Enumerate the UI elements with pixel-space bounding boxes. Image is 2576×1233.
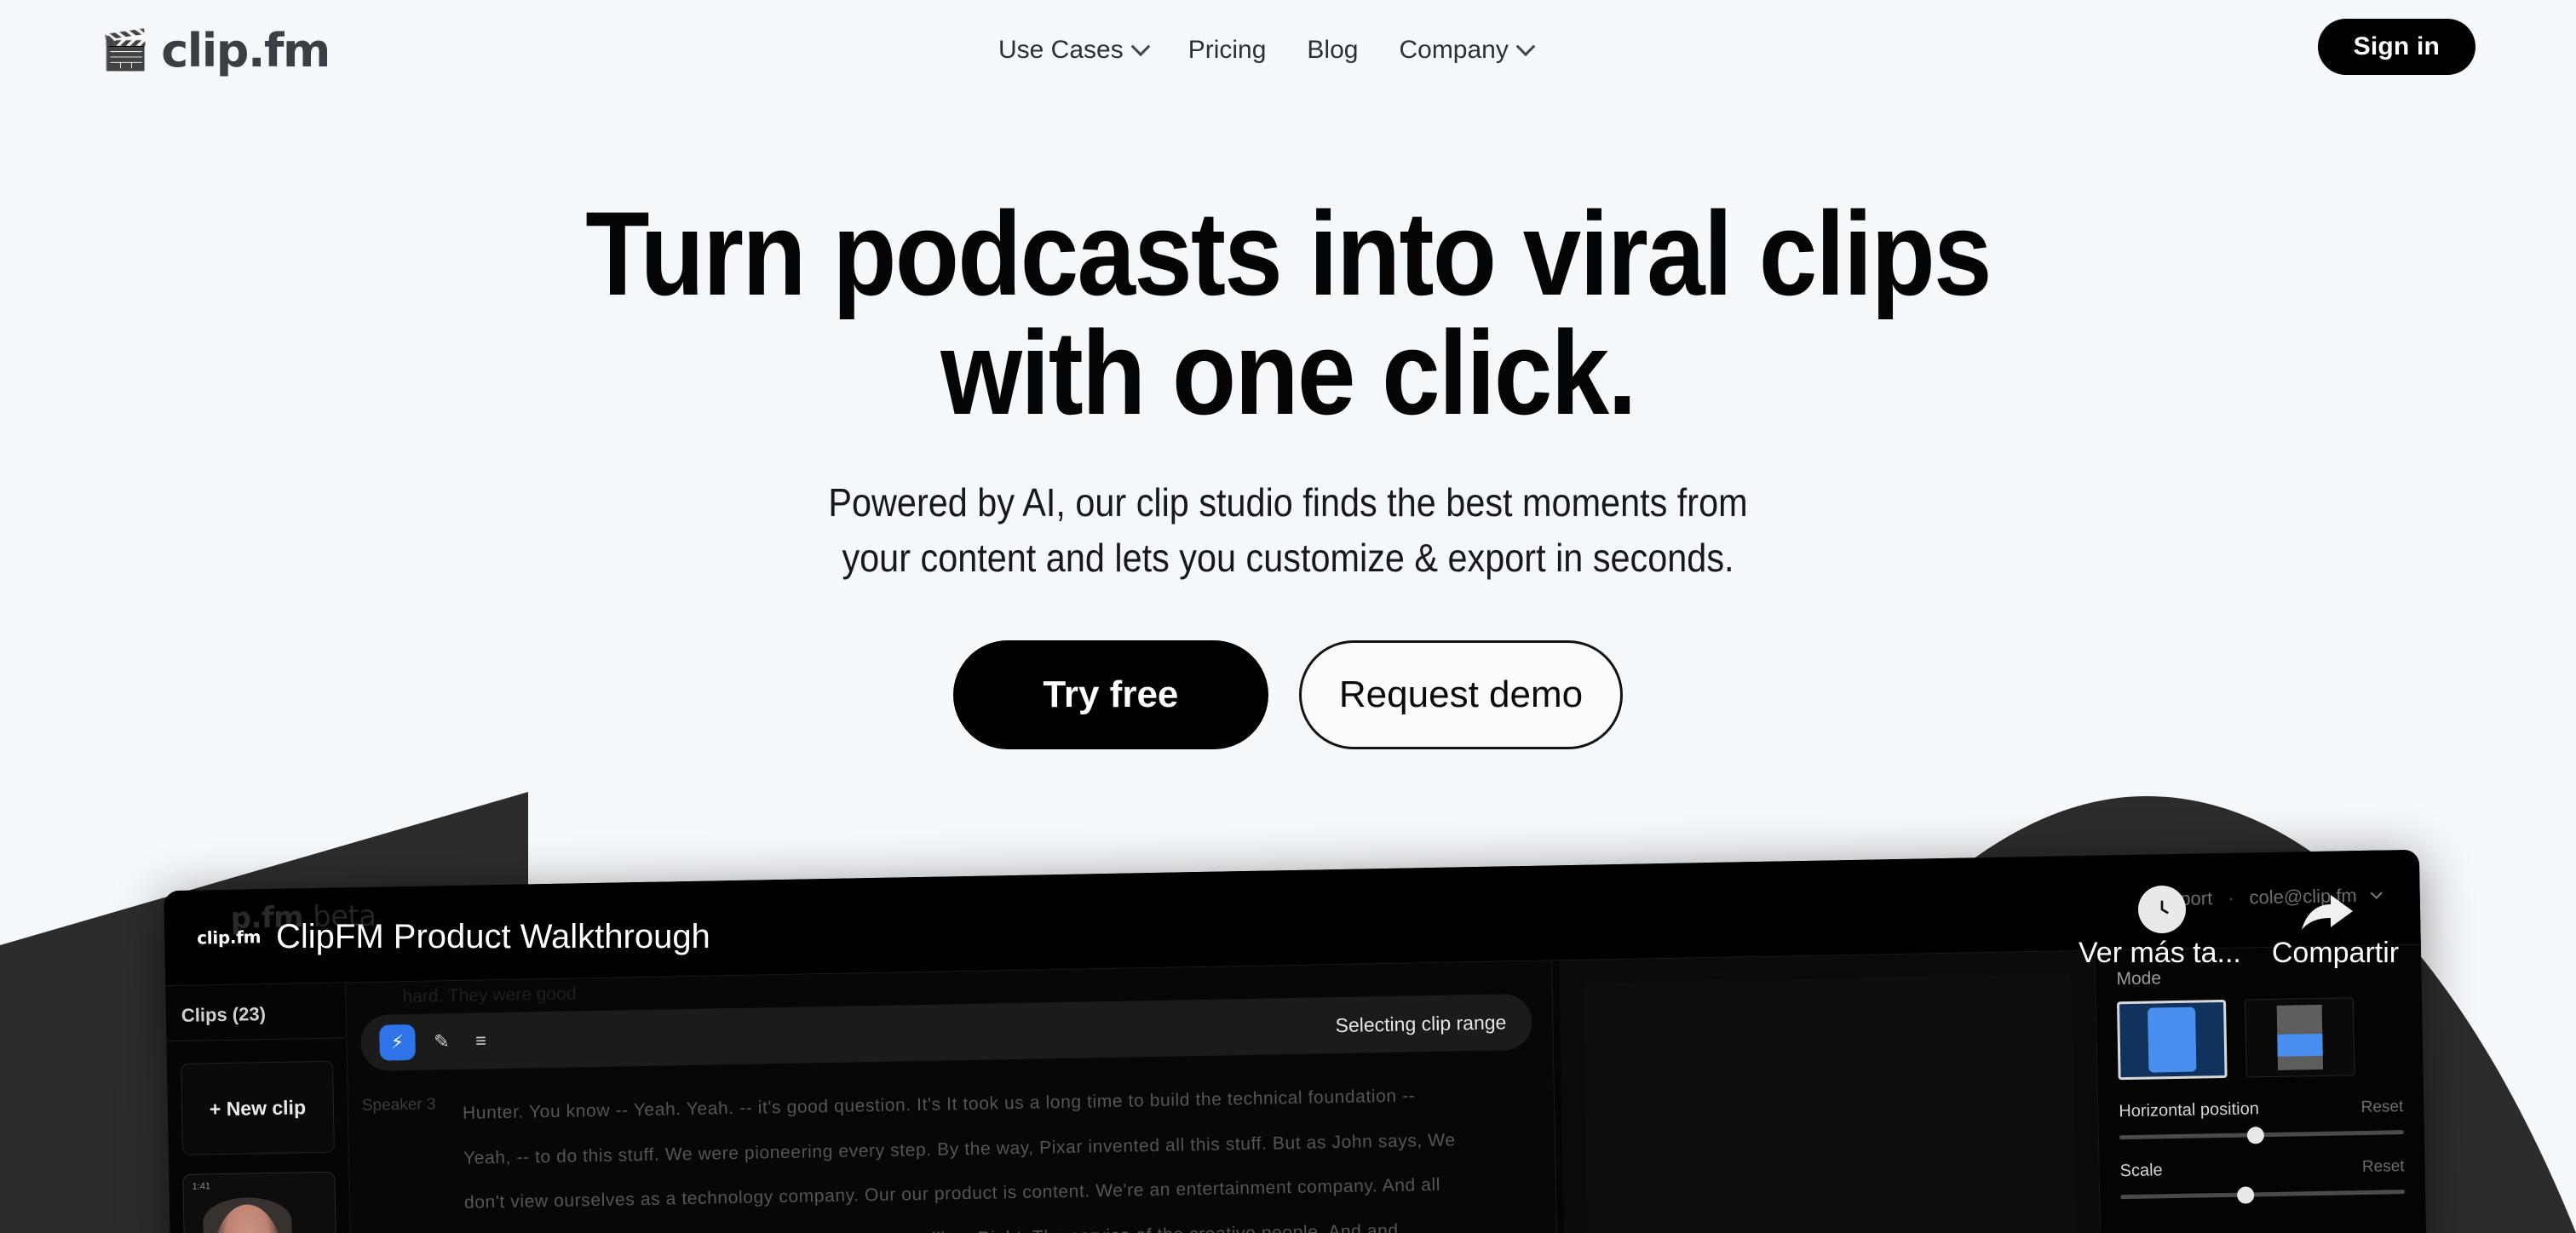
nav-label: Blog <box>1307 36 1359 64</box>
hero-sub-line-1: Powered by AI, our clip studio finds the… <box>828 480 1748 525</box>
account-separator: · <box>2227 886 2234 909</box>
transcript-text[interactable]: Hunter. You know -- Yeah. Yeah. -- it's … <box>463 1074 1460 1233</box>
transcript-body: Speaker 3 Hunter. You know -- Yeah. Yeah… <box>348 1049 1557 1233</box>
app-sidebar: Clips (23) + New clip 1:41 <box>165 983 354 1233</box>
nav-label: Pricing <box>1187 36 1267 64</box>
scale-label: Scale <box>2119 1161 2163 1181</box>
horizontal-position-knob[interactable] <box>2247 1126 2265 1144</box>
horizontal-position-label: Horizontal position <box>2119 1099 2260 1121</box>
scale-head: Scale Reset <box>2119 1156 2404 1181</box>
sparkle-icon[interactable]: ⚡ <box>379 1024 416 1061</box>
clock-glyph <box>2148 896 2176 923</box>
main-nav: Use Cases Pricing Blog Company <box>978 31 1553 70</box>
hero-cta-group: Try free Request demo <box>0 640 2576 749</box>
speaker-label: Speaker 3 <box>361 1095 436 1115</box>
video-preview-panel[interactable] <box>1559 950 2103 1233</box>
brand-logo[interactable]: 🎬 clip.fm <box>101 24 331 77</box>
mode-option-split-bottom <box>2277 1034 2323 1057</box>
nav-item-pricing[interactable]: Pricing <box>1168 31 1287 70</box>
horizontal-position-reset[interactable]: Reset <box>2360 1098 2403 1117</box>
nav-label: Use Cases <box>998 36 1124 64</box>
mode-option-split[interactable] <box>2244 997 2355 1078</box>
mode-option-fill-preview <box>2148 1006 2197 1073</box>
scale-reset[interactable]: Reset <box>2362 1157 2405 1177</box>
horizontal-position-control: Horizontal position Reset <box>2119 1097 2404 1144</box>
transcript-panel: hard. They were good ⚡ ✎ ≡ Selecting cli… <box>346 961 1560 1233</box>
nav-item-blog[interactable]: Blog <box>1286 31 1378 70</box>
hero-sub-line-2: your content and lets you customize & ex… <box>842 536 1734 581</box>
video-overlay-buttons: Ver más ta... Compartir <box>2079 937 2399 970</box>
video-overlay-title[interactable]: ClipFM Product Walkthrough <box>276 918 710 956</box>
nav-item-use-cases[interactable]: Use Cases <box>978 31 1168 70</box>
nav-item-company[interactable]: Company <box>1378 31 1552 70</box>
scale-control: Scale Reset <box>2119 1156 2406 1204</box>
scale-knob[interactable] <box>2236 1185 2255 1204</box>
share-arrow-glyph <box>2302 895 2353 930</box>
hero-title-line-2: with one click. <box>940 306 1636 439</box>
clip-duration-badge: 1:41 <box>192 1181 211 1192</box>
app-logo-badge: clip.fm <box>197 926 262 949</box>
mode-option-fill[interactable] <box>2116 999 2228 1081</box>
app-screenshot-card: p.fm beta clip.fm Support · cole@clip.fm… <box>164 849 2429 1233</box>
chevron-down-icon <box>1515 37 1536 57</box>
preview-stage <box>1583 973 2078 1233</box>
mode-options <box>2116 996 2403 1081</box>
clapperboard-icon: 🎬 <box>101 26 150 72</box>
share-arrow-icon[interactable] <box>2300 892 2355 939</box>
landing-page: 🎬 clip.fm Use Cases Pricing Blog Company… <box>0 0 2576 1233</box>
clips-count-label: Clips (23) <box>165 983 347 1042</box>
hero-title-line-1: Turn podcasts into viral clips <box>585 186 1992 320</box>
selecting-clip-range-status: Selecting clip range <box>1335 1010 1507 1036</box>
share-button[interactable]: Compartir <box>2272 937 2399 970</box>
scale-slider[interactable] <box>2120 1185 2406 1204</box>
request-demo-button[interactable]: Request demo <box>1298 640 1624 749</box>
clip-controls-panel: Mode Horizontal position Reset Scale Res… <box>2095 944 2429 1233</box>
brand-name: clip.fm <box>161 24 331 77</box>
clock-icon[interactable] <box>2138 886 2186 933</box>
nav-label: Company <box>1399 36 1509 64</box>
hero-subtitle: Powered by AI, our clip studio finds the… <box>129 475 2447 587</box>
clip-thumbnail[interactable]: 1:41 <box>182 1171 337 1233</box>
sign-in-button[interactable]: Sign in <box>2317 19 2475 75</box>
new-clip-button[interactable]: + New clip <box>180 1060 335 1156</box>
site-header: 🎬 clip.fm Use Cases Pricing Blog Company… <box>0 0 2576 111</box>
horizontal-position-head: Horizontal position Reset <box>2119 1097 2403 1121</box>
sort-icon[interactable]: ≡ <box>468 1028 494 1054</box>
chevron-down-icon[interactable] <box>2370 886 2383 899</box>
try-free-button[interactable]: Try free <box>952 640 1268 749</box>
chevron-down-icon <box>1130 37 1151 57</box>
edit-icon[interactable]: ✎ <box>428 1029 455 1055</box>
watch-later-button[interactable]: Ver más ta... <box>2079 937 2241 970</box>
hero-title: Turn podcasts into viral clips with one … <box>154 194 2421 433</box>
horizontal-position-slider[interactable] <box>2119 1126 2404 1144</box>
